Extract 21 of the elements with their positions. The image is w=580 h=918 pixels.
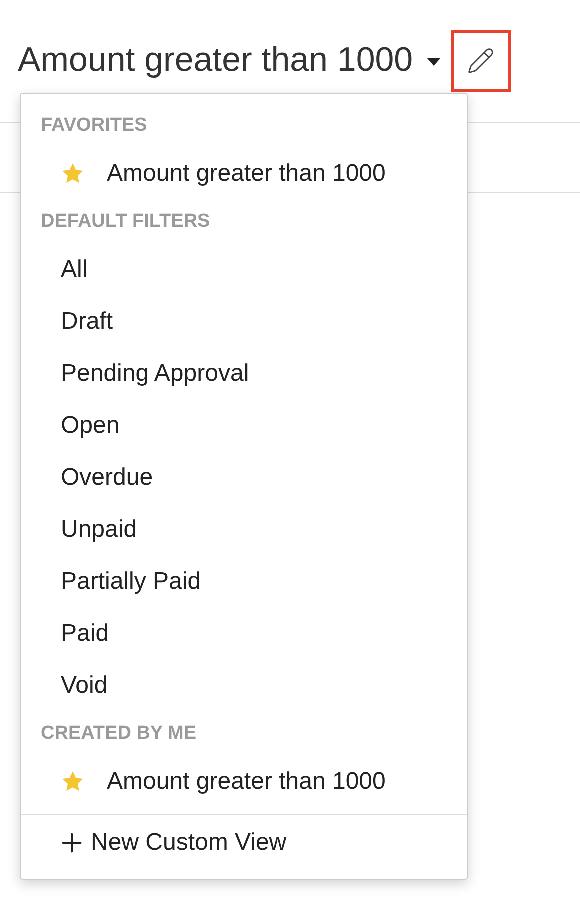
filter-item[interactable]: Draft: [21, 296, 467, 348]
caret-icon[interactable]: [427, 58, 442, 66]
filter-item[interactable]: Amount greater than 1000: [21, 756, 467, 808]
view-title[interactable]: Amount greater than 1000: [18, 36, 414, 84]
edit-button[interactable]: [451, 30, 512, 92]
filter-item[interactable]: Unpaid: [21, 504, 467, 556]
filter-item[interactable]: Void: [21, 660, 467, 712]
section-heading: DEFAULT FILTERS: [41, 210, 210, 234]
filter-item[interactable]: Overdue: [21, 452, 467, 504]
section-heading: CREATED BY ME: [41, 722, 197, 746]
filter-item[interactable]: All: [21, 244, 467, 296]
filter-item[interactable]: Paid: [21, 608, 467, 660]
star-icon: [61, 770, 85, 794]
filter-item[interactable]: Open: [21, 400, 467, 452]
filter-item[interactable]: Partially Paid: [21, 556, 467, 608]
filter-item[interactable]: Pending Approval: [21, 348, 467, 400]
new-custom-view-button[interactable]: New Custom View: [21, 817, 287, 869]
section-heading: FAVORITES: [41, 114, 148, 138]
star-icon: [61, 162, 85, 186]
pencil-icon: [467, 47, 496, 75]
filter-item[interactable]: Amount greater than 1000: [21, 148, 467, 200]
